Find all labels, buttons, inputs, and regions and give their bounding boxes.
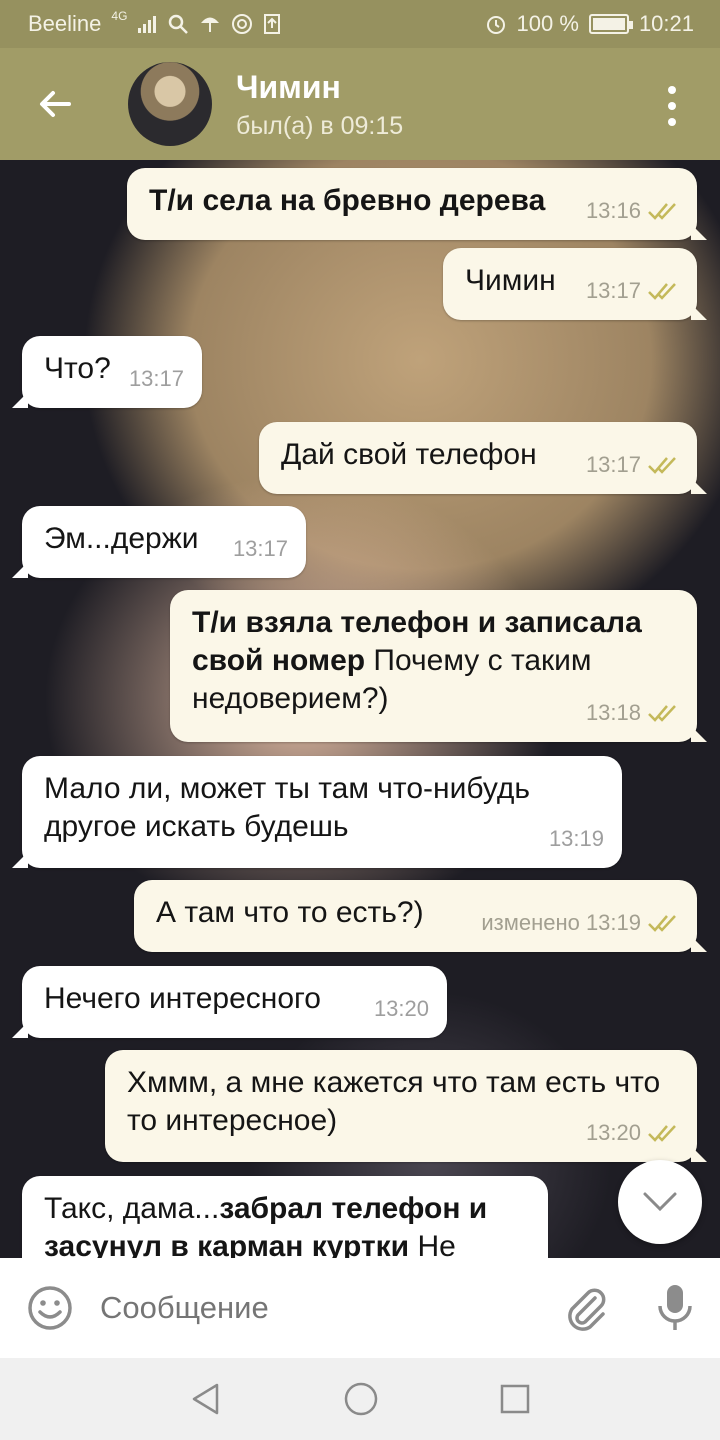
message-bubble[interactable]: Т/и села на бревно дерева 13:16 (127, 168, 707, 240)
nav-recents-icon[interactable] (499, 1383, 531, 1415)
nav-home-icon[interactable] (343, 1381, 379, 1417)
read-check-icon (648, 457, 676, 474)
read-check-icon (648, 203, 676, 220)
voice-record-button[interactable] (630, 1258, 720, 1358)
emoji-button[interactable] (0, 1258, 100, 1358)
message-text-part: А там что то есть?) (156, 896, 424, 929)
contact-name: Чимин (236, 68, 341, 105)
message-text-part: Хммм, а мне кажется что там есть что то … (127, 1066, 661, 1137)
message-text: Эм...держи (44, 522, 199, 555)
message-bubble[interactable]: Дай свой телефон 13:17 (259, 422, 707, 494)
attach-button[interactable] (540, 1258, 630, 1358)
upload-icon (263, 13, 281, 35)
message-bubble[interactable]: Хммм, а мне кажется что там есть что то … (105, 1050, 707, 1162)
message-input[interactable] (100, 1290, 540, 1326)
message-text-part: Эм...держи (44, 522, 199, 555)
message-input-bar (0, 1258, 720, 1358)
message-text-part: Что? (44, 352, 111, 385)
message-time: 13:19 (548, 826, 604, 851)
message-time: 13:17 (232, 536, 288, 561)
contact-info[interactable]: Чимин был(а) в 09:15 (236, 68, 403, 141)
message-text-part: Дай свой телефон (281, 438, 537, 471)
chevron-down-icon (643, 1192, 677, 1212)
scroll-down-button[interactable] (618, 1160, 702, 1244)
message-bubble[interactable]: Мало ли, может ты там что-нибудь другое … (12, 756, 622, 868)
message-time: изменено 13:19 (481, 904, 681, 942)
emoji-icon (28, 1286, 72, 1330)
message-time: 13:17 (586, 446, 681, 484)
signal-icon (137, 14, 157, 34)
message-time: 13:16 (586, 192, 681, 230)
message-time: 13:20 (373, 996, 429, 1021)
chat-area[interactable]: Т/и села на бревно дерева 13:16 Чимин 13… (0, 160, 720, 1258)
back-button[interactable] (0, 48, 110, 160)
message-bubble[interactable]: А там что то есть?) изменено 13:19 (134, 880, 707, 952)
back-arrow-icon (40, 91, 71, 117)
message-time: 13:18 (586, 694, 681, 732)
clock: 10:21 (638, 11, 694, 36)
battery-percent: 100 % (516, 11, 579, 36)
status-bar: Beeline 4G 100 % 10:21 (0, 0, 720, 48)
message-text-part: Нечего интересного (44, 982, 321, 1015)
message-text: Хммм, а мне кажется что там есть что то … (127, 1066, 660, 1137)
network-type: 4G (111, 9, 128, 23)
message-text: Дай свой телефон (281, 438, 537, 471)
message-text: Т/и села на бревно дерева (149, 184, 545, 217)
nav-back-icon[interactable] (189, 1382, 223, 1416)
message-text-part: Чимин (465, 264, 556, 297)
system-nav-bar (0, 1358, 720, 1440)
message-text-part: Такс, дама... (44, 1192, 220, 1225)
message-bubble[interactable]: Нечего интересного 13:20 (12, 966, 447, 1038)
mic-icon (658, 1285, 692, 1330)
message-text: Т/и взяла телефон и записала свой номер … (192, 606, 642, 715)
message-text: Такс, дама...забрал телефон и засунул в … (44, 1192, 487, 1258)
at-icon (231, 13, 253, 35)
carrier-name: Beeline (28, 11, 102, 36)
last-seen-status: был(а) в 09:15 (236, 111, 404, 140)
message-time: 13:17 (586, 272, 681, 310)
chat-header: Чимин был(а) в 09:15 (0, 48, 720, 160)
message-bubble[interactable]: Такс, дама...забрал телефон и засунул в … (22, 1176, 548, 1258)
message-bubble[interactable]: Чимин 13:17 (443, 248, 707, 320)
menu-dots-icon[interactable] (664, 86, 680, 126)
read-check-icon (648, 1125, 676, 1142)
read-check-icon (648, 705, 676, 722)
message-text: А там что то есть?) (156, 896, 424, 929)
message-text: Нечего интересного (44, 982, 321, 1015)
search-icon (167, 13, 189, 35)
battery-icon (588, 14, 633, 34)
message-text: Чимин (465, 264, 556, 297)
avatar[interactable] (128, 62, 212, 146)
umbrella-icon (199, 13, 221, 35)
message-text-part: Не (409, 1230, 456, 1258)
message-text-part: Т/и села на бревно дерева (149, 184, 546, 217)
message-text: Мало ли, может ты там что-нибудь другое … (44, 772, 530, 843)
message-bubble[interactable]: Что? 13:17 (12, 336, 202, 408)
alarm-icon (485, 13, 507, 35)
message-bubble[interactable]: Эм...держи 13:17 (12, 506, 306, 578)
attach-icon (568, 1288, 606, 1331)
read-check-icon (648, 915, 676, 932)
message-text-part: Мало ли, может ты там что-нибудь другое … (44, 772, 530, 843)
read-check-icon (648, 283, 676, 300)
message-time: 13:17 (128, 366, 184, 391)
message-bubble[interactable]: Т/и взяла телефон и записала свой номер … (170, 590, 707, 742)
message-text: Что? (44, 352, 111, 385)
message-time: 13:20 (586, 1114, 681, 1152)
